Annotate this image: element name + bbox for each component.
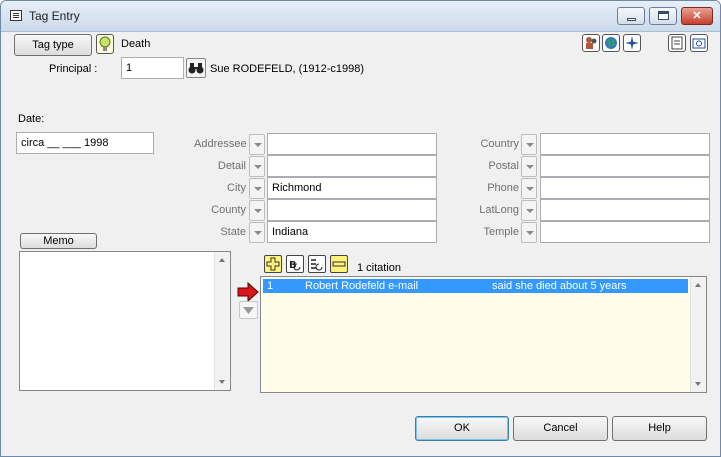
phone-label: Phone (487, 182, 519, 194)
citation-scrollbar[interactable] (690, 277, 706, 392)
help-button[interactable]: Help (612, 416, 707, 441)
tag-entry-window: Tag Entry Tag type Death Principal : 1 S… (0, 0, 721, 457)
state-label: State (220, 226, 246, 238)
citation-list[interactable]: 1 Robert Rodefeld e-mail said she died a… (260, 276, 707, 393)
latlong-dropdown[interactable] (521, 200, 537, 221)
state-dropdown[interactable] (249, 222, 265, 243)
add-icon[interactable] (264, 255, 282, 273)
detail-label: Detail (217, 160, 246, 172)
memo-scrollbar[interactable] (214, 252, 230, 390)
ok-button[interactable]: OK (415, 416, 509, 441)
phone-dropdown[interactable] (521, 178, 537, 199)
detail-field[interactable] (267, 155, 437, 177)
latlong-field[interactable] (540, 199, 710, 221)
postal-dropdown[interactable] (521, 156, 537, 177)
country-label: Country (480, 138, 519, 150)
principal-label: Principal : (49, 63, 98, 75)
tag-type-value: Death (121, 38, 151, 50)
city-label: City (227, 182, 246, 194)
cancel-button[interactable]: Cancel (513, 416, 608, 441)
remove-icon[interactable] (330, 255, 348, 273)
memo-textarea[interactable] (19, 251, 231, 391)
memo-button[interactable]: Memo (20, 233, 97, 249)
notepad-icon[interactable] (668, 34, 686, 52)
citation-detail: said she died about 5 years (492, 280, 627, 292)
country-dropdown[interactable] (521, 134, 537, 155)
close-button[interactable] (681, 7, 713, 25)
table-row[interactable]: 1 Robert Rodefeld e-mail said she died a… (263, 279, 688, 293)
current-citation-arrow-icon (236, 281, 260, 303)
postal-label: Postal (488, 160, 519, 172)
lightbulb-icon[interactable] (96, 34, 114, 54)
edit-list-icon[interactable] (308, 255, 326, 273)
date-field[interactable]: circa __ ___ 1998 (16, 132, 154, 154)
temple-field[interactable] (540, 221, 710, 243)
addressee-field[interactable] (267, 133, 437, 155)
date-label: Date: (18, 113, 45, 125)
principal-name: Sue RODEFELD, (1912-c1998) (210, 63, 365, 75)
window-title: Tag Entry (29, 9, 80, 23)
people-icon[interactable] (582, 34, 600, 52)
city-dropdown[interactable] (249, 178, 265, 199)
binoculars-icon[interactable] (186, 58, 206, 78)
principal-number-field[interactable]: 1 (121, 57, 184, 79)
addressee-label: Addressee (194, 138, 247, 150)
globe-icon[interactable] (602, 34, 620, 52)
minimize-button[interactable] (617, 7, 645, 25)
phone-field[interactable] (540, 177, 710, 199)
state-field[interactable]: Indiana (267, 221, 437, 243)
temple-label: Temple (483, 226, 519, 238)
compass-icon[interactable] (623, 34, 641, 52)
detail-dropdown[interactable] (249, 156, 265, 177)
temple-dropdown[interactable] (521, 222, 537, 243)
latlong-label: LatLong (479, 204, 519, 216)
county-dropdown[interactable] (249, 200, 265, 221)
move-down-icon[interactable] (239, 301, 258, 319)
citation-source: Robert Rodefeld e-mail (305, 280, 419, 292)
addressee-dropdown[interactable] (249, 134, 265, 155)
citation-number: 1 (267, 280, 274, 292)
citation-count: 1 citation (357, 262, 402, 274)
postal-field[interactable] (540, 155, 710, 177)
window-icon (10, 10, 22, 21)
tag-type-button[interactable]: Tag type (14, 34, 92, 56)
country-field[interactable] (540, 133, 710, 155)
county-field[interactable] (267, 199, 437, 221)
camera-icon[interactable] (690, 34, 708, 52)
title-bar[interactable]: Tag Entry (1, 1, 720, 32)
city-field[interactable]: Richmond (267, 177, 437, 199)
edit-citation-icon[interactable]: B (286, 255, 304, 273)
county-label: County (211, 204, 246, 216)
maximize-button[interactable] (649, 7, 677, 25)
